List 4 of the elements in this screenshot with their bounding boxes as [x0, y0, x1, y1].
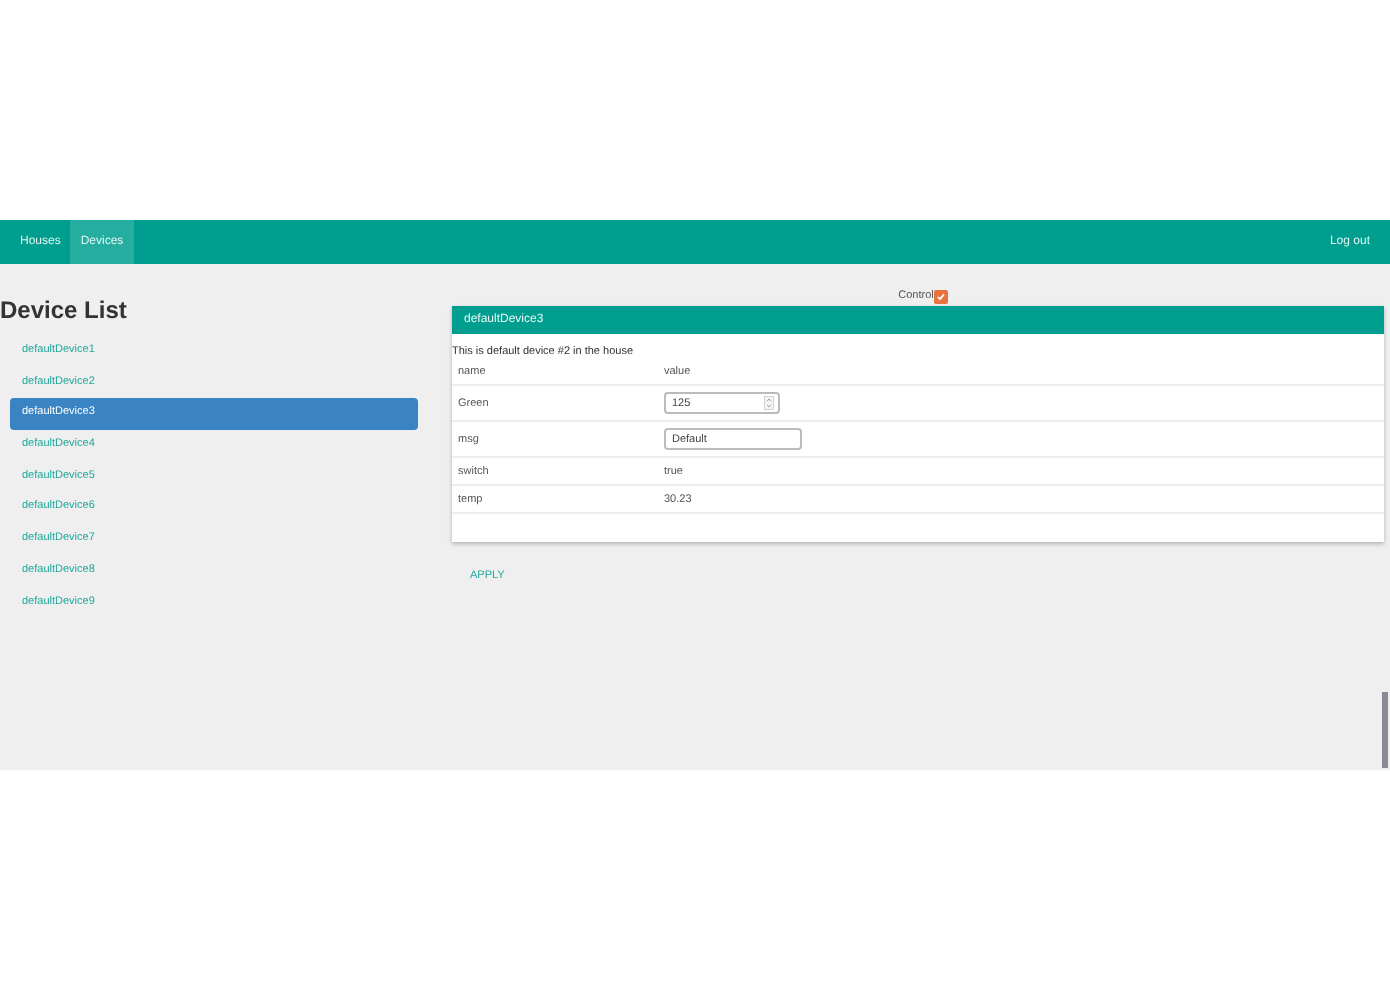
page-title: Device List — [0, 296, 129, 324]
spinner-icon[interactable] — [764, 396, 774, 410]
scrollbar[interactable] — [1382, 692, 1388, 768]
control-checkbox[interactable] — [933, 289, 948, 303]
